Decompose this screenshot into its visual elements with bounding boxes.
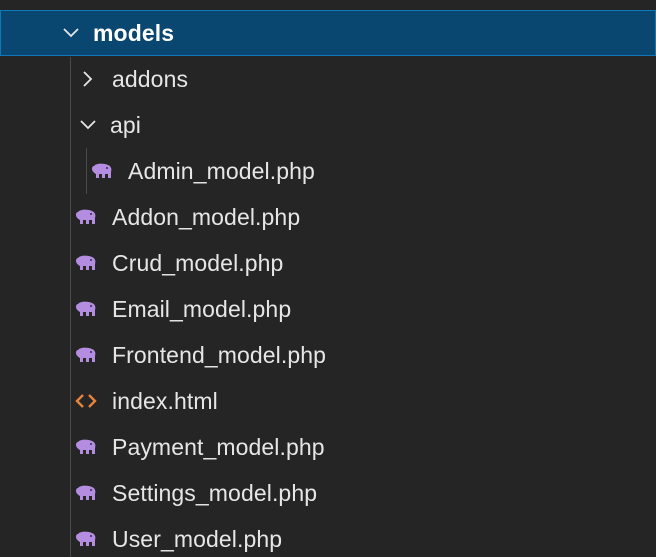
folder-label: addons [112,65,189,92]
file-settings-model[interactable]: Settings_model.php [0,470,656,516]
php-elephant-icon [74,207,98,227]
file-explorer: models addons api Admin_model.php Addon_… [0,0,656,557]
file-payment-model[interactable]: Payment_model.php [0,424,656,470]
php-elephant-icon [74,253,98,273]
file-label: Frontend_model.php [112,341,327,368]
php-elephant-icon [74,345,98,365]
file-user-model[interactable]: User_model.php [0,516,656,557]
file-label: index.html [112,387,218,414]
chevron-down-icon [61,23,81,43]
folder-models[interactable]: models [0,10,656,56]
php-elephant-icon [90,161,114,181]
file-email-model[interactable]: Email_model.php [0,286,656,332]
file-crud-model[interactable]: Crud_model.php [0,240,656,286]
php-elephant-icon [74,437,98,457]
file-label: Admin_model.php [128,157,315,184]
php-elephant-icon [74,299,98,319]
file-index-html[interactable]: index.html [0,378,656,424]
file-label: Crud_model.php [112,249,284,276]
file-label: User_model.php [112,525,283,552]
folder-label: api [110,111,141,138]
file-addon-model[interactable]: Addon_model.php [0,194,656,240]
file-admin-model[interactable]: Admin_model.php [0,148,656,194]
file-frontend-model[interactable]: Frontend_model.php [0,332,656,378]
php-elephant-icon [74,483,98,503]
folder-addons[interactable]: addons [0,56,656,102]
chevron-right-icon [78,69,98,89]
folder-api[interactable]: api [0,102,656,148]
file-label: Addon_model.php [112,203,301,230]
file-label: Email_model.php [112,295,292,322]
file-label: Payment_model.php [112,433,325,460]
html-code-icon [74,391,98,411]
file-label: Settings_model.php [112,479,318,506]
php-elephant-icon [74,529,98,549]
chevron-down-icon [78,115,98,135]
folder-label: models [93,19,175,46]
